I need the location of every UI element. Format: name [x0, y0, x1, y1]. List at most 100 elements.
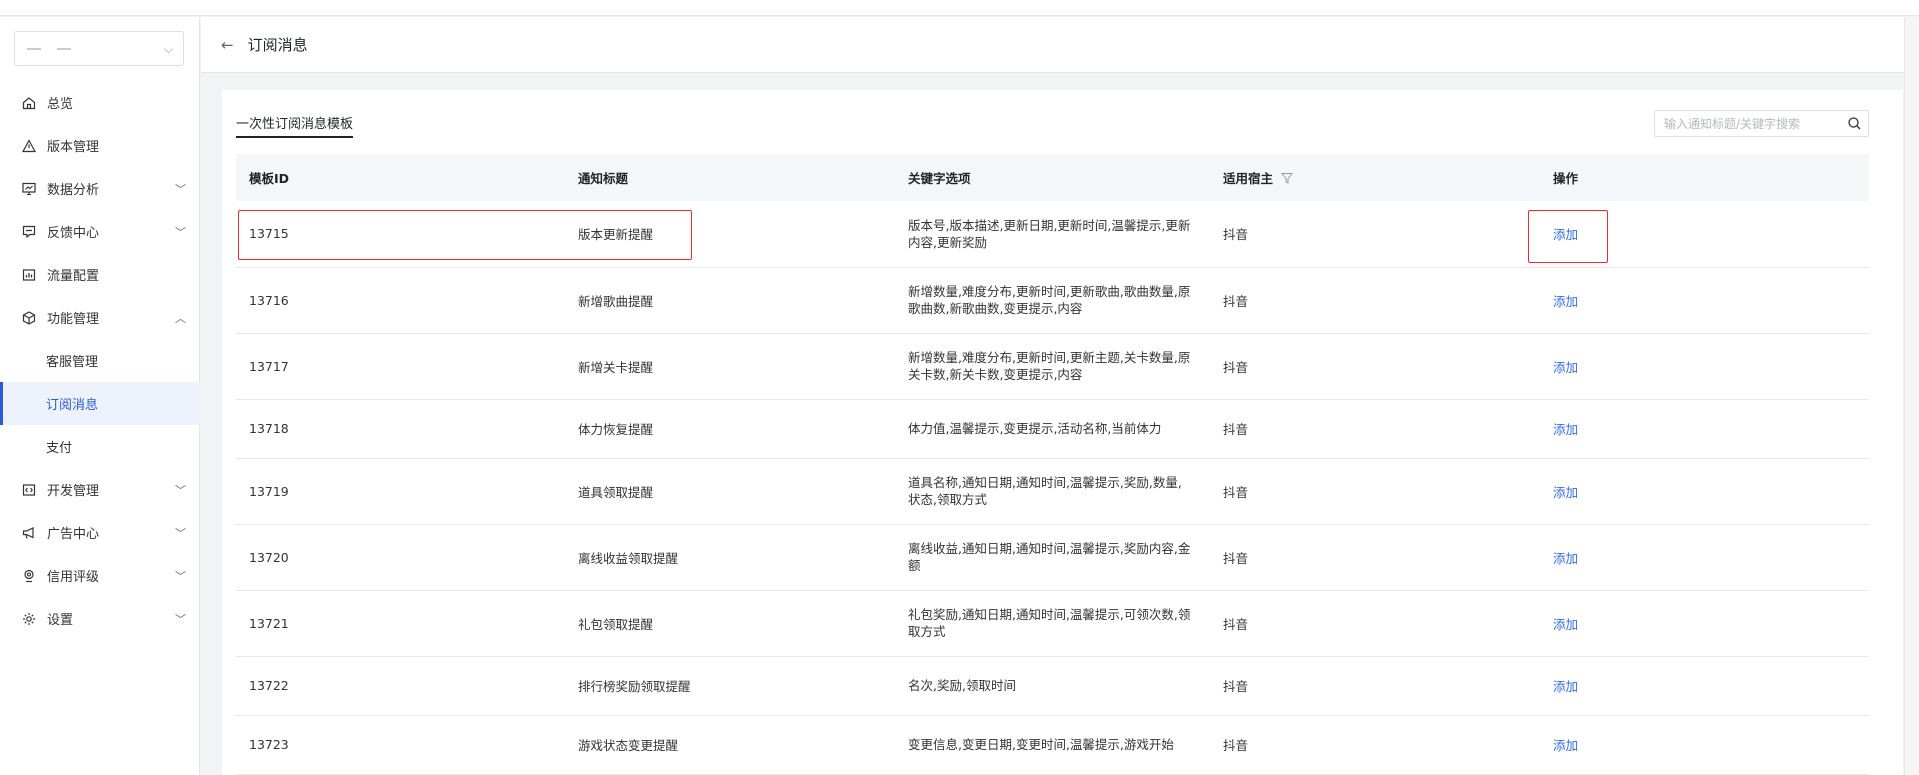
arrow-left-icon[interactable]: ←	[221, 36, 234, 54]
top-bar	[0, 0, 1919, 16]
cube-icon	[21, 310, 37, 326]
sidebar-item-traffic[interactable]: 流量配置	[0, 253, 200, 296]
search-box	[1654, 110, 1869, 137]
code-icon	[21, 482, 37, 498]
cell-title: 离线收益领取提醒	[565, 524, 895, 591]
cell-host: 抖音	[1210, 399, 1540, 459]
sidebar-item-label: 开发管理	[47, 484, 100, 499]
chevron-down-icon: ﹀	[175, 484, 186, 497]
cell-host: 抖音	[1210, 715, 1540, 775]
sidebar-item-label: 版本管理	[47, 140, 100, 155]
cell-title: 新增歌曲提醒	[565, 267, 895, 334]
cell-host: 抖音	[1210, 267, 1540, 334]
cell-host: 抖音	[1210, 458, 1540, 525]
table-row: 13718 体力恢复提醒 体力值,温馨提示,变更提示,活动名称,当前体力 抖音 …	[236, 399, 1869, 459]
cell-title: 版本更新提醒	[565, 201, 895, 268]
sidebar-item-development[interactable]: 开发管理 ﹀	[0, 468, 200, 511]
chevron-down-icon: ⌵	[163, 42, 173, 56]
cell-keywords: 新增数量,难度分布,更新时间,更新歌曲,歌曲数量,原歌曲数,新歌曲数,变更提示,…	[895, 267, 1210, 334]
column-header-host: 适用宿主	[1210, 154, 1540, 201]
cell-action: 添加	[1540, 524, 1869, 591]
sidebar-item-settings[interactable]: 设置 ﹀	[0, 597, 200, 640]
sidebar-item-label: 数据分析	[47, 183, 100, 198]
add-link[interactable]: 添加	[1553, 227, 1578, 242]
table-row: 13719 道具领取提醒 道具名称,通知日期,通知时间,温馨提示,奖励,数量,状…	[236, 458, 1869, 525]
table-row: 13721 礼包领取提醒 礼包奖励,通知日期,通知时间,温馨提示,可领次数,领取…	[236, 590, 1869, 657]
cell-action: 添加	[1540, 201, 1869, 268]
search-icon[interactable]	[1847, 116, 1862, 131]
add-link[interactable]: 添加	[1553, 617, 1578, 632]
add-link[interactable]: 添加	[1553, 294, 1578, 309]
add-link[interactable]: 添加	[1553, 738, 1578, 753]
cell-host: 抖音	[1210, 656, 1540, 716]
chevron-down-icon: ﹀	[175, 183, 186, 196]
sidebar-item-ads[interactable]: 广告中心 ﹀	[0, 511, 200, 554]
cell-keywords: 变更信息,变更日期,变更时间,温馨提示,游戏开始	[895, 715, 1210, 775]
chevron-down-icon: ﹀	[175, 226, 186, 239]
sidebar-item-credit[interactable]: 信用评级 ﹀	[0, 554, 200, 597]
add-link[interactable]: 添加	[1553, 679, 1578, 694]
sidebar-item-version[interactable]: 版本管理	[0, 124, 200, 167]
column-header-host-label: 适用宿主	[1223, 171, 1274, 186]
gear-icon	[21, 611, 37, 627]
app-selector[interactable]: ⌵	[14, 31, 184, 66]
chevron-up-icon: ︿	[175, 312, 186, 325]
tab-one-time-template[interactable]: 一次性订阅消息模板	[236, 113, 354, 138]
cell-id: 13720	[236, 524, 565, 591]
scrollbar[interactable]	[1904, 17, 1919, 775]
sidebar-item-feedback[interactable]: 反馈中心 ﹀	[0, 210, 200, 253]
template-table: 模板ID 通知标题 关键字选项 适用宿主 操作 13715 版本更新提醒 版本号…	[236, 154, 1869, 775]
cell-keywords: 体力值,温馨提示,变更提示,活动名称,当前体力	[895, 399, 1210, 459]
cell-host: 抖音	[1210, 590, 1540, 657]
add-link[interactable]: 添加	[1553, 551, 1578, 566]
filter-icon[interactable]	[1281, 172, 1294, 184]
cell-id: 13719	[236, 458, 565, 525]
cell-title: 排行榜奖励领取提醒	[565, 656, 895, 716]
sidebar-item-label: 功能管理	[47, 312, 100, 327]
column-header-action: 操作	[1540, 154, 1869, 201]
page-header: ← 订阅消息	[201, 17, 1904, 73]
sidebar-nav: 总览 版本管理 数据分析 ﹀ 反馈中心 ﹀ 流量配置 功能管理 ︿ 客服管理 订…	[0, 81, 200, 640]
sidebar-item-label: 设置	[47, 613, 74, 628]
sidebar-item-overview[interactable]: 总览	[0, 81, 200, 124]
sidebar-item-label: 广告中心	[47, 527, 100, 542]
add-link[interactable]: 添加	[1553, 485, 1578, 500]
cell-title: 道具领取提醒	[565, 458, 895, 525]
cell-title: 游戏状态变更提醒	[565, 715, 895, 775]
cell-keywords: 版本号,版本描述,更新日期,更新时间,温馨提示,更新内容,更新奖励	[895, 201, 1210, 268]
sidebar-subitem-subscription[interactable]: 订阅消息	[0, 382, 200, 425]
content-card: 一次性订阅消息模板 模板ID 通知标题 关键字选项 适用宿主 操作 13715 …	[222, 90, 1903, 775]
sidebar-item-analytics[interactable]: 数据分析 ﹀	[0, 167, 200, 210]
sidebar-item-label: 信用评级	[47, 570, 100, 585]
chevron-down-icon: ﹀	[175, 613, 186, 626]
sidebar-item-features[interactable]: 功能管理 ︿	[0, 296, 200, 339]
cell-id: 13718	[236, 399, 565, 459]
add-link[interactable]: 添加	[1553, 360, 1578, 375]
chevron-down-icon: ﹀	[175, 570, 186, 583]
search-input[interactable]	[1664, 116, 1844, 131]
column-header-id: 模板ID	[236, 154, 565, 201]
cell-action: 添加	[1540, 267, 1869, 334]
cell-id: 13722	[236, 656, 565, 716]
cell-id: 13716	[236, 267, 565, 334]
cell-host: 抖音	[1210, 524, 1540, 591]
table-row: 13720 离线收益领取提醒 离线收益,通知日期,通知时间,温馨提示,奖励内容,…	[236, 524, 1869, 591]
sidebar-item-label: 反馈中心	[47, 226, 100, 241]
column-header-keywords: 关键字选项	[895, 154, 1210, 201]
warning-triangle-icon	[21, 138, 37, 154]
sidebar-subitem-customer-service[interactable]: 客服管理	[0, 339, 200, 382]
cell-keywords: 名次,奖励,领取时间	[895, 656, 1210, 716]
table-row: 13723 游戏状态变更提醒 变更信息,变更日期,变更时间,温馨提示,游戏开始 …	[236, 715, 1869, 775]
cell-keywords: 道具名称,通知日期,通知时间,温馨提示,奖励,数量,状态,领取方式	[895, 458, 1210, 525]
cell-id: 13721	[236, 590, 565, 657]
add-link[interactable]: 添加	[1553, 422, 1578, 437]
sidebar-subitem-payment[interactable]: 支付	[0, 425, 200, 468]
home-icon	[21, 95, 37, 111]
cell-action: 添加	[1540, 656, 1869, 716]
table-header-row: 模板ID 通知标题 关键字选项 适用宿主 操作	[236, 154, 1869, 201]
app-selector-value	[27, 48, 87, 50]
cell-id: 13717	[236, 333, 565, 400]
table-row: 13717 新增关卡提醒 新增数量,难度分布,更新时间,更新主题,关卡数量,原关…	[236, 333, 1869, 400]
cell-title: 新增关卡提醒	[565, 333, 895, 400]
cell-host: 抖音	[1210, 333, 1540, 400]
